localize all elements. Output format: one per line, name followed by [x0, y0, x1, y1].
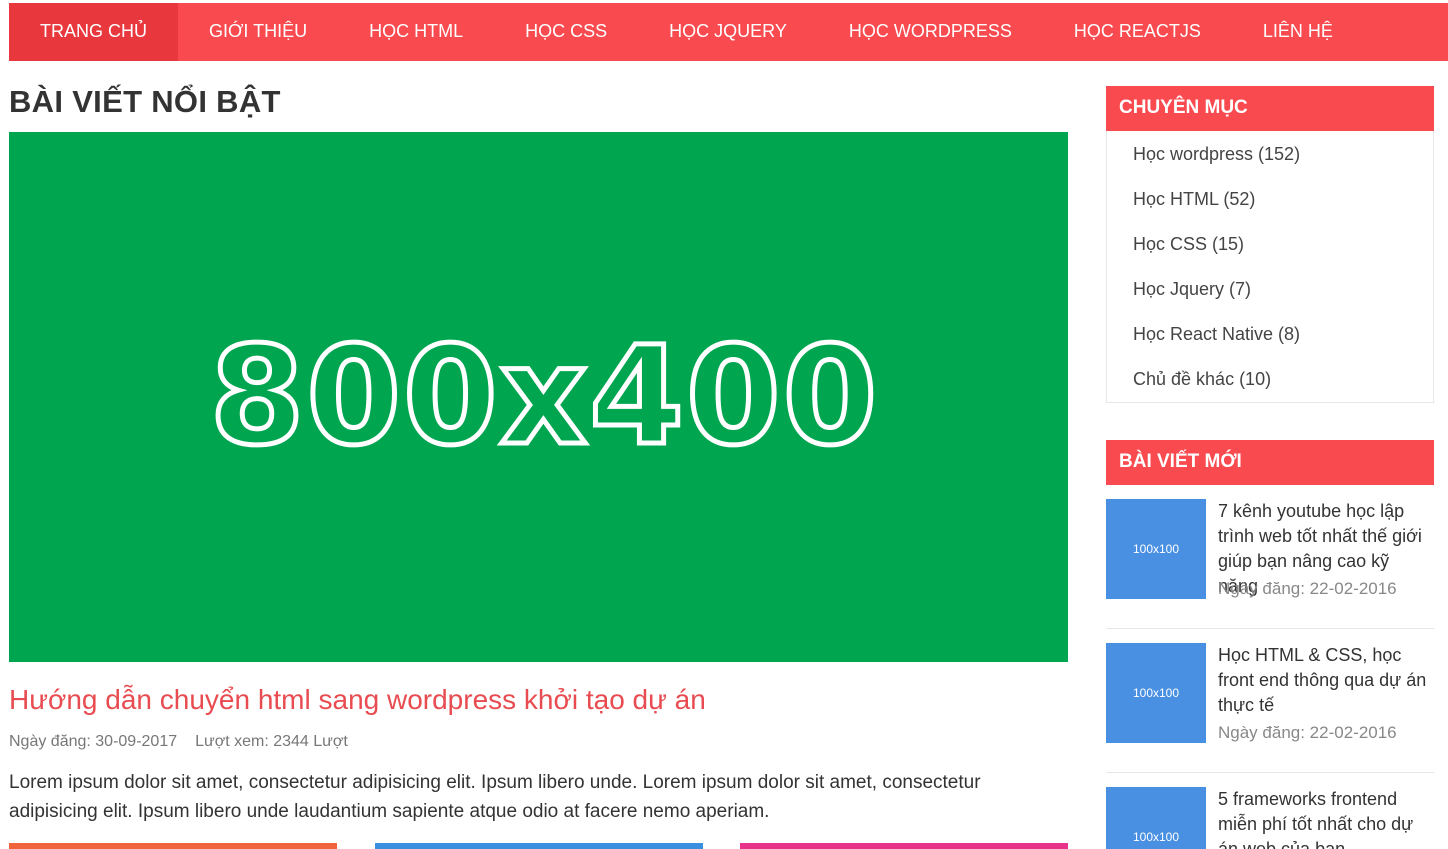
recent-post-item: 100x100 Học HTML & CSS, học front end th… — [1106, 643, 1434, 753]
nav-item-wordpress[interactable]: HỌC WORDPRESS — [818, 3, 1043, 61]
nav-item-css[interactable]: HỌC CSS — [494, 3, 638, 61]
recent-post-item: 100x100 5 frameworks frontend miễn phí t… — [1106, 787, 1434, 849]
nav-item-jquery[interactable]: HỌC JQUERY — [638, 3, 818, 61]
nav-item-reactjs[interactable]: HỌC REACTJS — [1043, 3, 1232, 61]
category-item-jquery[interactable]: Học Jquery (7) — [1133, 279, 1251, 300]
recent-post-thumbnail[interactable]: 100x100 — [1106, 499, 1206, 599]
category-item-wordpress[interactable]: Học wordpress (152) — [1133, 144, 1300, 165]
recent-post-item: 100x100 7 kênh youtube học lập trình web… — [1106, 499, 1434, 609]
category-bar-orange — [9, 843, 337, 849]
featured-post-meta: Ngày đăng: 30-09-2017 Lượt xem: 2344 Lượt — [9, 733, 348, 751]
category-bar-pink — [740, 843, 1068, 849]
post-date: Ngày đăng: 30-09-2017 — [9, 733, 178, 750]
recent-post-divider — [1106, 772, 1434, 773]
main-nav: TRANG CHỦ GIỚI THIỆU HỌC HTML HỌC CSS HỌ… — [9, 3, 1448, 61]
featured-image-label: 800x400 — [207, 316, 880, 479]
category-bar-blue — [375, 843, 703, 849]
recent-post-thumbnail[interactable]: 100x100 — [1106, 643, 1206, 743]
nav-item-about[interactable]: GIỚI THIỆU — [178, 3, 338, 61]
featured-post-excerpt: Lorem ipsum dolor sit amet, consectetur … — [9, 772, 981, 822]
nav-item-contact[interactable]: LIÊN HỆ — [1232, 3, 1364, 61]
featured-image[interactable]: 800x400 — [9, 132, 1068, 662]
recent-post-divider — [1106, 628, 1434, 629]
recent-post-date: Ngày đăng: 22-02-2016 — [1218, 579, 1397, 598]
recent-post-date: Ngày đăng: 22-02-2016 — [1218, 723, 1397, 742]
recent-post-title[interactable]: 5 frameworks frontend miễn phí tốt nhất … — [1218, 787, 1434, 849]
nav-item-html[interactable]: HỌC HTML — [338, 3, 494, 61]
category-item-css[interactable]: Học CSS (15) — [1133, 234, 1244, 255]
post-views: Lượt xem: 2344 Lượt — [195, 733, 348, 750]
category-item-other[interactable]: Chủ đề khác (10) — [1133, 369, 1271, 390]
category-item-html[interactable]: Học HTML (52) — [1133, 189, 1255, 210]
featured-heading: BÀI VIẾT NỔI BẬT — [9, 84, 281, 119]
nav-item-home[interactable]: TRANG CHỦ — [9, 3, 178, 61]
recent-post-thumbnail[interactable]: 100x100 — [1106, 787, 1206, 849]
categories-widget-title: CHUYÊN MỤC — [1106, 86, 1434, 131]
categories-list: Học wordpress (152) Học HTML (52) Học CS… — [1106, 131, 1434, 403]
recent-post-title[interactable]: Học HTML & CSS, học front end thông qua … — [1218, 643, 1434, 718]
recent-posts-widget-title: BÀI VIẾT MỚI — [1106, 440, 1434, 485]
featured-post-title[interactable]: Hướng dẫn chuyển html sang wordpress khở… — [9, 684, 706, 716]
category-item-react-native[interactable]: Học React Native (8) — [1133, 324, 1300, 345]
